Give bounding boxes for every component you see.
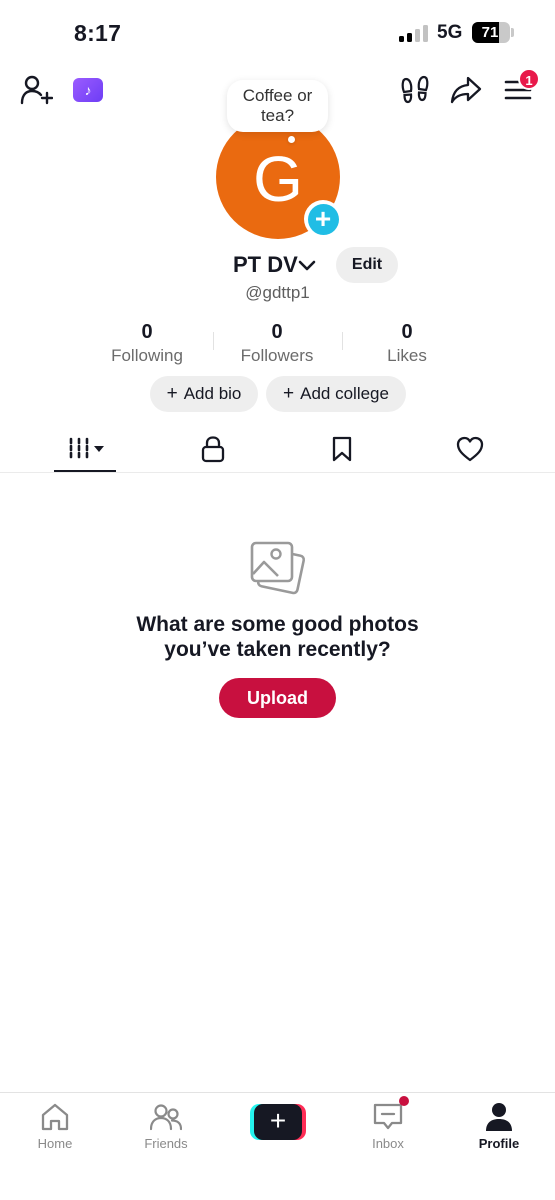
avatar-initial: G	[253, 143, 303, 215]
tiktok-promo-icon: ♪	[84, 82, 92, 98]
nav-home-label: Home	[37, 1136, 73, 1151]
heart-icon	[456, 436, 484, 462]
add-college-button[interactable]: + Add college	[266, 376, 406, 412]
share-icon	[450, 76, 482, 104]
nav-friends-label: Friends	[144, 1136, 188, 1151]
following-count: 0	[141, 321, 153, 343]
create-button[interactable]: +	[250, 1104, 306, 1140]
battery-icon: 71	[472, 22, 510, 43]
network-label: 5G	[437, 22, 463, 43]
status-time: 8:17	[74, 20, 122, 46]
profile-icon	[486, 1103, 512, 1131]
photos-icon	[250, 541, 306, 595]
chevron-down-icon[interactable]	[297, 255, 317, 275]
stat-likes[interactable]: 0 Likes	[342, 320, 472, 367]
nav-profile[interactable]: Profile	[449, 1101, 549, 1151]
plus-icon: +	[166, 383, 178, 404]
nav-friends[interactable]: Friends	[116, 1101, 216, 1151]
battery-tip	[511, 28, 514, 37]
note-bubble[interactable]: Coffee or tea?	[227, 80, 328, 132]
status-bar: 8:17 5G 71	[0, 0, 555, 64]
nav-inbox-label: Inbox	[372, 1136, 404, 1151]
stat-following[interactable]: 0 Following	[82, 320, 212, 367]
lock-icon	[201, 436, 225, 463]
upload-button[interactable]: Upload	[219, 678, 336, 718]
note-bubble-tail	[288, 136, 295, 143]
following-label: Following	[111, 346, 183, 365]
inbox-notification-dot	[399, 1096, 409, 1106]
stat-followers[interactable]: 0 Followers	[212, 320, 342, 367]
tiktok-promo-button[interactable]: ♪	[73, 78, 103, 102]
likes-count: 0	[401, 321, 413, 343]
plus-icon: +	[307, 203, 339, 235]
battery-level: 71	[481, 24, 499, 41]
bookmark-icon	[332, 436, 352, 462]
add-friend-button[interactable]	[18, 72, 54, 108]
add-bio-button[interactable]: + Add bio	[150, 376, 258, 412]
display-name[interactable]: PT DV	[233, 252, 298, 278]
footprints-icon	[401, 75, 429, 104]
add-avatar-button[interactable]: +	[304, 200, 342, 238]
tab-videos[interactable]	[55, 430, 115, 468]
followers-count: 0	[271, 321, 283, 343]
add-friend-icon	[20, 75, 53, 105]
share-profile-button[interactable]	[449, 73, 483, 107]
tab-liked[interactable]	[440, 430, 500, 468]
nav-home[interactable]: Home	[5, 1101, 105, 1151]
signal-icon	[399, 25, 429, 42]
empty-state-text: What are some good photos you’ve taken r…	[136, 613, 419, 661]
add-bio-label: Add bio	[183, 384, 242, 403]
empty-state-title: What are some good photos you’ve taken r…	[0, 612, 555, 662]
bottom-nav: Home Friends + Inbox Profile	[0, 1092, 555, 1200]
tab-saved[interactable]	[312, 430, 372, 468]
tab-private[interactable]	[183, 430, 243, 468]
tabs-divider	[0, 472, 555, 473]
edit-profile-button[interactable]: Edit	[336, 247, 398, 283]
nav-profile-label: Profile	[478, 1136, 520, 1151]
grid-icon	[69, 437, 104, 461]
likes-label: Likes	[387, 346, 427, 365]
home-icon	[41, 1103, 69, 1131]
inbox-icon	[373, 1103, 403, 1130]
nav-inbox[interactable]: Inbox	[338, 1101, 438, 1151]
plus-icon: +	[283, 383, 295, 404]
add-college-label: Add college	[300, 384, 389, 403]
username: @gdttp1	[245, 283, 310, 302]
followers-label: Followers	[240, 346, 314, 365]
friends-icon	[150, 1104, 182, 1131]
plus-icon: +	[254, 1104, 302, 1140]
menu-notification-badge: 1	[518, 68, 540, 90]
profile-views-button[interactable]	[398, 73, 432, 107]
